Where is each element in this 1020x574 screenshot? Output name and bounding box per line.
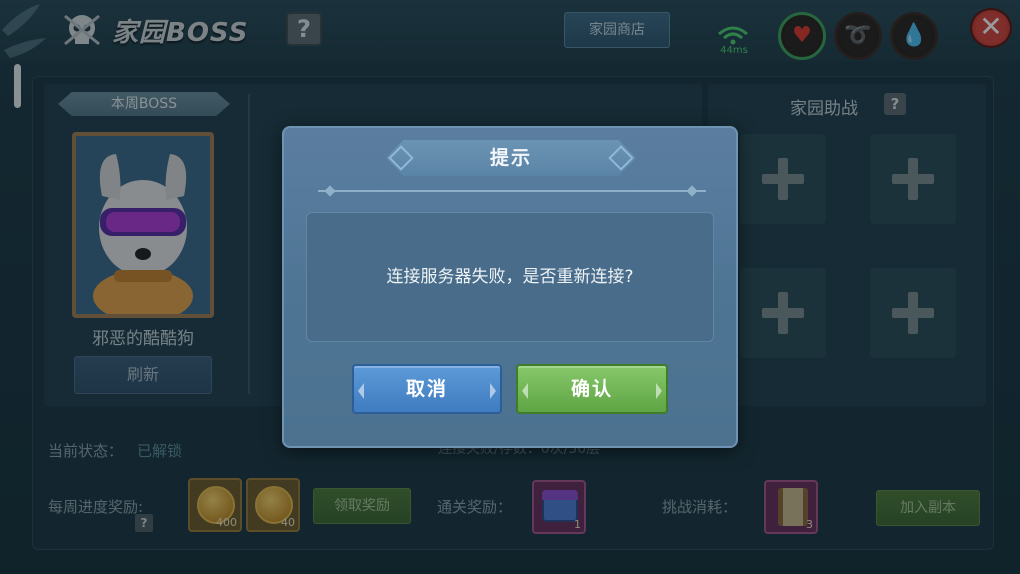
cancel-label: 取消 [405, 378, 448, 400]
arrow-right-icon [490, 383, 496, 399]
cancel-button[interactable]: 取消 [352, 364, 502, 414]
dialog-divider [318, 190, 706, 192]
confirm-button[interactable]: 确认 [516, 364, 668, 414]
confirm-label: 确认 [570, 378, 613, 400]
dialog-title: 提示 [386, 140, 636, 176]
arrow-left-icon [522, 383, 528, 399]
arrow-right-icon [656, 383, 662, 399]
arrow-left-icon [358, 383, 364, 399]
dialog-message: 连接服务器失败，是否重新连接? [386, 267, 634, 287]
